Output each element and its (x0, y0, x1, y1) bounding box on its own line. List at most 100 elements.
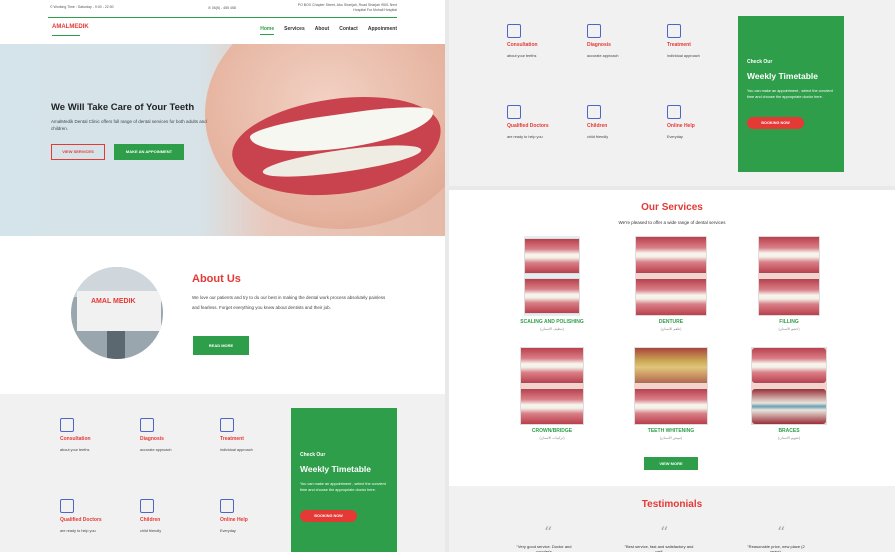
features-section: Consultation about your teeths Diagnosis… (0, 394, 445, 552)
hero-banner: We Will Take Care of Your Teeth AmalMedi… (0, 44, 445, 236)
child-icon (587, 105, 601, 119)
hero-text: AmalMedik Dental Clinic offers full rang… (51, 119, 207, 131)
doctor-icon (60, 499, 74, 513)
feature-treatment: Treatment individual approach (667, 24, 737, 59)
service-name: DENTURE (658, 319, 684, 325)
menu-contact[interactable]: Contact (339, 26, 358, 35)
services-section: Our Services We're pleased to offer a wi… (449, 190, 895, 482)
feature-title: Children (587, 123, 608, 129)
timetable-check: Check Our (300, 452, 326, 458)
feature-title: Treatment (667, 42, 691, 48)
feature-desc: accurate approach (587, 54, 619, 58)
service-image (635, 236, 707, 316)
service-name: BRACES (778, 428, 800, 434)
service-arabic: (تركيبات الاسنان) (539, 436, 565, 440)
clipboard-icon (60, 418, 74, 432)
chart-icon (140, 418, 154, 432)
logo[interactable]: AMALMEDIK (52, 24, 89, 36)
hero-title: We Will Take Care of Your Teeth (51, 102, 195, 113)
feature-title: Children (140, 517, 161, 523)
menu-appointment[interactable]: Appoinment (368, 26, 397, 35)
feature-title: Online Help (220, 517, 248, 523)
service-image (751, 347, 827, 425)
timetable-text: You can make an appointment , select the… (747, 89, 833, 99)
feature-diagnosis: Diagnosis accurate approach (140, 418, 210, 453)
feature-title: Diagnosis (140, 436, 164, 442)
clipboard-icon (507, 24, 521, 38)
service-arabic: (تقويم الاسنان) (778, 436, 800, 440)
service-name: TEETH WHITENING (647, 428, 695, 434)
working-hours: © Working Time : Saturday - 9:00 - 22:00 (50, 5, 114, 9)
menu-about[interactable]: About (315, 26, 329, 35)
main-menu: Home Services About Contact Appoinment (260, 26, 397, 35)
phone-number[interactable]: ✆ 06(5) - 455 458 (208, 6, 236, 10)
feature-consultation: Consultation about your teeths (60, 418, 130, 453)
timetable-check: Check Our (747, 59, 773, 65)
feature-consultation: Consultation about your teeths (507, 24, 577, 59)
left-page: © Working Time : Saturday - 9:00 - 22:00… (0, 0, 445, 552)
feature-diagnosis: Diagnosis accurate approach (587, 24, 657, 59)
booking-now-button[interactable]: BOOKING NOW (300, 510, 357, 522)
feature-title: Diagnosis (587, 42, 611, 48)
clinic-sign: AMAL MEDIK (91, 298, 136, 305)
service-arabic: (تبييض الاسنان) (659, 436, 683, 440)
about-title: About Us (192, 273, 241, 285)
service-image (524, 236, 580, 316)
right-page: Consultation about your teeths Diagnosis… (449, 0, 895, 552)
feature-children: Children child friendly (587, 105, 657, 140)
service-arabic: (حشو الاسنان) (778, 327, 800, 331)
menu-services[interactable]: Services (284, 26, 305, 35)
feature-title: Online Help (667, 123, 695, 129)
booking-now-button[interactable]: BOOKING NOW (747, 117, 804, 129)
feature-title: Consultation (60, 436, 91, 442)
about-text: We love our patients and try to do our b… (192, 295, 386, 310)
service-braces[interactable]: BRACES (تقويم الاسنان) (744, 347, 834, 440)
service-name: CROWN/BRIDGE (531, 428, 573, 434)
testimonial-text: "Best service, fast and satisfactory and… (624, 544, 694, 552)
doctor-icon (507, 105, 521, 119)
feature-desc: child friendly (587, 135, 609, 139)
testimonial-text: "Very good service. Doctor and counter's (516, 544, 572, 552)
quote-icon: “ (660, 523, 669, 542)
view-more-button[interactable]: VIEW MORE (644, 457, 698, 470)
child-icon (140, 499, 154, 513)
quote-icon: “ (777, 523, 786, 542)
feature-title: Treatment (220, 436, 244, 442)
service-filling[interactable]: FILLING (حشو الاسنان) (744, 236, 834, 331)
read-more-button[interactable]: READ MORE (193, 336, 249, 355)
feature-desc: individual approach (667, 54, 700, 58)
timetable-card: Check Our Weekly Timetable You can make … (291, 408, 397, 552)
menu-home[interactable]: Home (260, 26, 275, 35)
timetable-card: Check Our Weekly Timetable You can make … (738, 16, 844, 172)
tooth-doc-icon (667, 24, 681, 38)
navbar: AMALMEDIK Home Services About Contact Ap… (0, 18, 445, 44)
feature-desc: accurate approach (140, 448, 172, 452)
feature-desc: individual approach (220, 448, 253, 452)
feature-desc: about your teeths (60, 448, 90, 452)
service-crown[interactable]: CROWN/BRIDGE (تركيبات الاسنان) (507, 347, 597, 440)
feature-online-help: Online Help Everyday (220, 499, 290, 534)
service-name: SCALING AND POLISHING (520, 319, 584, 325)
timetable-title: Weekly Timetable (300, 464, 372, 474)
service-scaling[interactable]: SCALING AND POLISHING (تنظيف الاسنان) (507, 236, 597, 331)
testimonials-section: Testimonials “ “ “ "Very good service. D… (449, 486, 895, 552)
feature-desc: about your teeths (507, 54, 537, 58)
feature-children: Children child friendly (140, 499, 210, 534)
service-whitening[interactable]: TEETH WHITENING (تبييض الاسنان) (626, 347, 716, 440)
feature-desc: are ready to help you (507, 135, 543, 139)
feature-online-help: Online Help Everyday (667, 105, 737, 140)
view-services-button[interactable]: VIEW SERVICES (51, 144, 105, 160)
make-appointment-button[interactable]: MAKE AN APPOINMENT (114, 144, 184, 160)
feature-desc: are ready to help you (60, 529, 96, 533)
tooth-doc-icon (220, 418, 234, 432)
top-bar: © Working Time : Saturday - 9:00 - 22:00… (48, 0, 397, 18)
feature-title: Consultation (507, 42, 538, 48)
testimonials-title: Testimonials (641, 499, 703, 510)
service-image (520, 347, 584, 425)
timetable-title: Weekly Timetable (747, 71, 819, 81)
service-denture[interactable]: DENTURE (طقم الاسنان) (626, 236, 716, 331)
feature-desc: child friendly (140, 529, 162, 533)
feature-treatment: Treatment individual approach (220, 418, 290, 453)
service-name: FILLING (779, 319, 799, 325)
quote-icon: “ (544, 523, 553, 542)
